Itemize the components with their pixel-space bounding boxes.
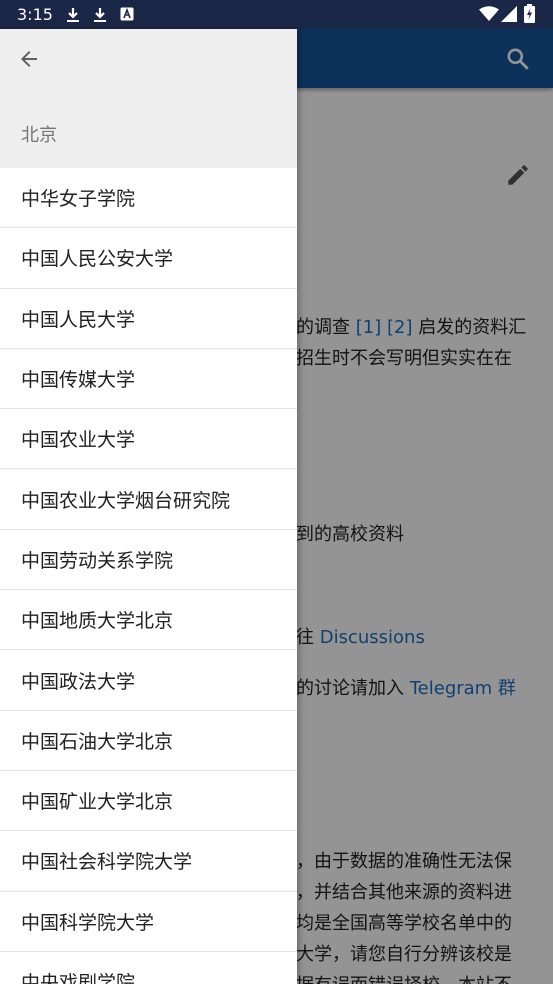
list-item[interactable]: 中国传媒大学: [0, 349, 297, 410]
battery-icon: [524, 4, 535, 23]
status-time: 3:15: [17, 5, 53, 24]
back-button[interactable]: [14, 44, 44, 74]
list-item[interactable]: 中央戏剧学院: [0, 952, 297, 984]
drawer-list: 中华女子学院 中国人民公安大学 中国人民大学 中国传媒大学 中国农业大学 中国农…: [0, 168, 297, 984]
navigation-drawer: 北京 中华女子学院 中国人民公安大学 中国人民大学 中国传媒大学 中国农业大学 …: [0, 29, 297, 984]
list-item[interactable]: 中国地质大学北京: [0, 590, 297, 651]
wifi-icon: [479, 6, 499, 21]
arrow-back-icon: [21, 51, 37, 67]
download-icon: [94, 8, 106, 22]
list-item[interactable]: 中国政法大学: [0, 650, 297, 711]
list-item[interactable]: 中国科学院大学: [0, 892, 297, 952]
drawer-title: 北京: [21, 125, 57, 146]
list-item[interactable]: 中国劳动关系学院: [0, 530, 297, 591]
download-icon: [67, 8, 79, 22]
list-item[interactable]: 中国农业大学烟台研究院: [0, 469, 297, 530]
text-a-icon: [120, 7, 134, 21]
list-item[interactable]: 中国人民公安大学: [0, 228, 297, 289]
status-bar: 3:15: [0, 0, 553, 29]
list-item[interactable]: 中华女子学院: [0, 168, 297, 229]
list-item[interactable]: 中国人民大学: [0, 289, 297, 349]
list-item[interactable]: 中国农业大学: [0, 409, 297, 470]
list-item[interactable]: 中国矿业大学北京: [0, 771, 297, 832]
signal-icon: [501, 6, 517, 22]
list-item[interactable]: 中国社会科学院大学: [0, 831, 297, 892]
drawer-header: 北京: [0, 29, 297, 168]
list-item[interactable]: 中国石油大学北京: [0, 711, 297, 771]
